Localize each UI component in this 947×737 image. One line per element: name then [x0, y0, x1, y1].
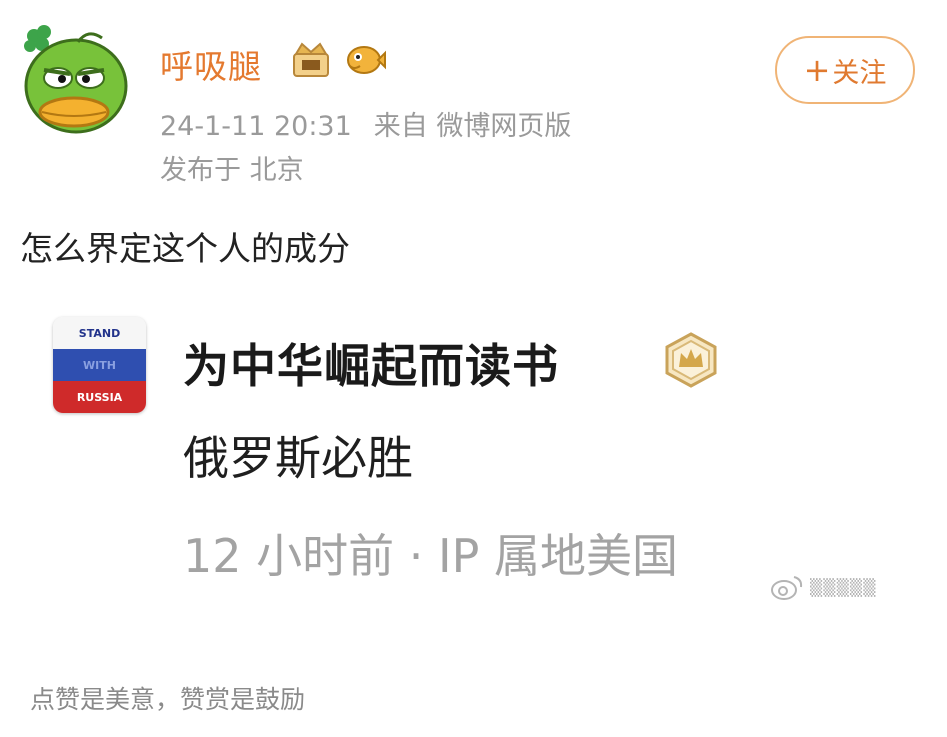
flag-line-2: WITH	[53, 349, 146, 381]
flag-line-1: STAND	[53, 317, 146, 349]
post-meta: 24-1-11 20:31 来自 微博网页版	[160, 104, 571, 143]
plus-icon: +	[803, 51, 831, 89]
crown-hexagon-icon	[665, 332, 717, 388]
watermark: ▒▒▒▒▒	[770, 573, 877, 601]
quoted-text: 俄罗斯必胜	[183, 431, 413, 485]
post-timestamp: 24-1-11 20:31	[160, 111, 352, 142]
post-text: 怎么界定这个人的成分	[20, 229, 350, 268]
quoted-meta: 12 小时前 · IP 属地美国	[183, 529, 678, 583]
watermark-text: ▒▒▒▒▒	[810, 577, 877, 597]
author-avatar[interactable]	[18, 20, 130, 138]
crown-badge-icon[interactable]	[286, 40, 336, 80]
flag-line-3: RUSSIA	[53, 381, 146, 413]
quoted-username: 为中华崛起而读书	[183, 339, 559, 393]
pufferfish-icon[interactable]	[344, 42, 386, 78]
weibo-logo-icon	[771, 576, 803, 600]
stand-with-russia-avatar: STAND WITH RUSSIA	[53, 317, 146, 413]
follow-button[interactable]: + 关注	[775, 36, 915, 104]
post-location: 发布于 北京	[160, 155, 304, 186]
author-name[interactable]: 呼吸腿	[160, 40, 262, 88]
follow-label: 关注	[832, 57, 887, 89]
footer-text: 点赞是美意，赞赏是鼓励	[30, 685, 306, 714]
post-source: 来自 微博网页版	[373, 111, 572, 142]
duck-avatar-icon	[24, 25, 128, 134]
user-badges	[286, 40, 386, 80]
